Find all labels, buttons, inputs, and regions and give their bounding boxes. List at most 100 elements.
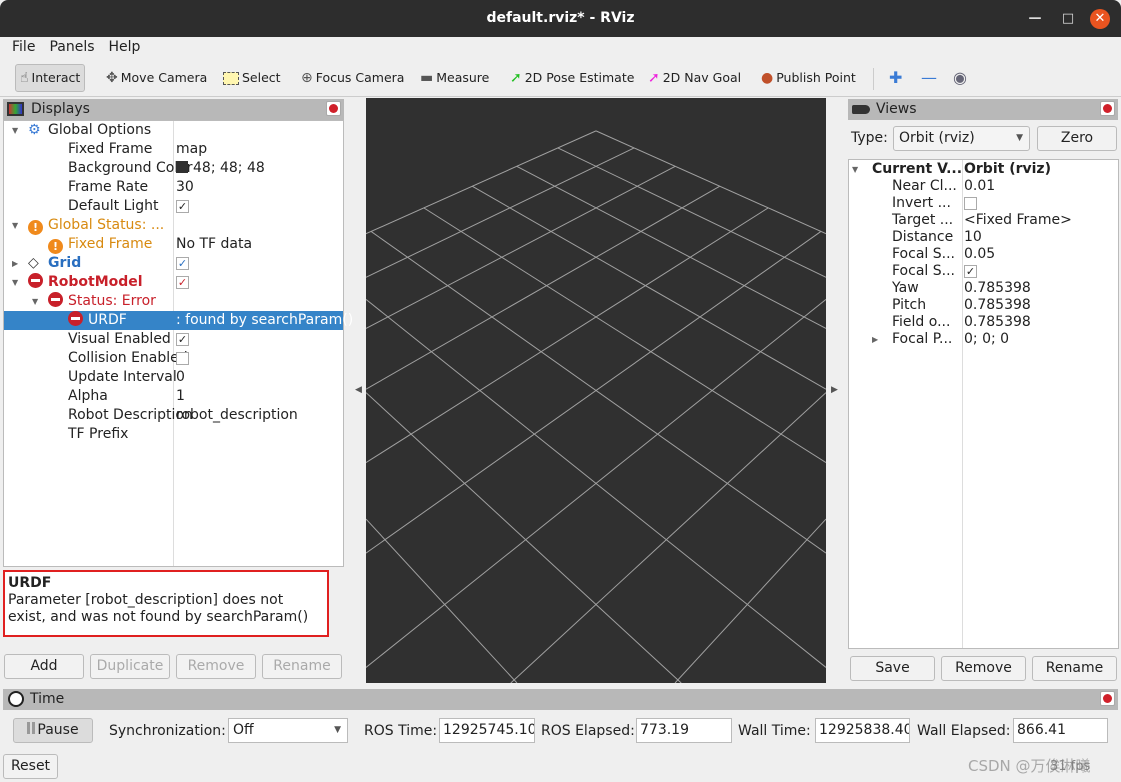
value-text: 30: [176, 179, 194, 195]
tool-move-camera[interactable]: ✥ Move Camera: [102, 64, 211, 92]
tree-row[interactable]: Robot Description robot_description: [4, 406, 343, 425]
close-views-panel-button[interactable]: [1100, 101, 1115, 116]
property-name: Status: Error: [68, 293, 156, 309]
close-time-panel-button[interactable]: [1100, 691, 1115, 706]
add-tool-icon[interactable]: ✚: [885, 64, 906, 92]
property-value[interactable]: No TF data: [176, 235, 252, 254]
property-value[interactable]: ✓: [176, 330, 189, 349]
property-value[interactable]: 30: [176, 178, 194, 197]
3d-viewport[interactable]: [366, 98, 826, 683]
tool-2d-nav-goal[interactable]: ➚ 2D Nav Goal: [644, 64, 745, 92]
maximize-button[interactable]: □: [1058, 9, 1078, 29]
view-type-label: Type:: [851, 130, 888, 146]
checkbox[interactable]: ✓: [176, 199, 189, 213]
property-value[interactable]: ✓: [176, 254, 189, 273]
tree-row[interactable]: ▼! Global Status: ...: [4, 216, 343, 235]
menu-help[interactable]: Help: [102, 37, 148, 57]
expand-arrow-icon[interactable]: ▶: [872, 330, 878, 349]
color-swatch[interactable]: [176, 161, 188, 173]
checkbox[interactable]: ✓: [176, 256, 189, 270]
value-text: 0.785398: [964, 314, 1031, 330]
property-value[interactable]: ✓: [176, 197, 189, 216]
rename-display-button[interactable]: Rename: [262, 654, 342, 679]
checkbox[interactable]: ✓: [964, 264, 977, 278]
property-value[interactable]: robot_description: [176, 406, 298, 425]
expand-arrow-icon[interactable]: ▶: [12, 254, 18, 273]
tool-focus-camera[interactable]: ⊕ Focus Camera: [297, 64, 408, 92]
property-value[interactable]: 1: [176, 387, 185, 406]
remove-view-button[interactable]: Remove: [941, 656, 1026, 681]
tree-row[interactable]: Update Interval 0: [4, 368, 343, 387]
tree-row[interactable]: ▼ Status: Error: [4, 292, 343, 311]
tree-row[interactable]: Background Color 48; 48; 48: [4, 159, 343, 178]
displays-tree[interactable]: ▼ ⚙ Global Options Fixed Frame map Background…: [3, 120, 353, 567]
zero-button[interactable]: Zero: [1037, 126, 1117, 151]
property-name: Frame Rate: [68, 179, 149, 195]
tool-label: Select: [242, 70, 281, 85]
pause-button[interactable]: Pause: [13, 718, 93, 743]
tree-row[interactable]: Alpha 1: [4, 387, 343, 406]
collapse-arrow-icon[interactable]: ▼: [32, 292, 38, 311]
tree-row[interactable]: Fixed Frame map: [4, 140, 343, 159]
tree-row[interactable]: TF Prefix: [4, 425, 343, 444]
minimize-button[interactable]: —: [1025, 9, 1045, 29]
property-value[interactable]: 0; 0; 0: [964, 330, 1009, 349]
collapse-arrow-icon[interactable]: ▼: [12, 216, 18, 235]
value-text: 48; 48; 48: [193, 160, 265, 176]
tree-row[interactable]: Collision Enabled: [4, 349, 343, 368]
ros-elapsed-field[interactable]: 773.19: [636, 718, 732, 743]
tree-row[interactable]: ▶ ◇ Grid ✓: [4, 254, 343, 273]
tool-label: Move Camera: [120, 70, 208, 85]
remove-tool-icon[interactable]: —: [917, 64, 941, 92]
tool-select[interactable]: Select: [219, 64, 285, 92]
tree-row[interactable]: ▶ Focal P... 0; 0; 0: [849, 330, 1118, 349]
tree-row[interactable]: URDF: found by searchParam(): [4, 311, 353, 330]
close-displays-panel-button[interactable]: [326, 101, 341, 116]
tree-row[interactable]: Frame Rate 30: [4, 178, 343, 197]
tree-row[interactable]: ! Fixed Frame No TF data: [4, 235, 343, 254]
property-name: Focal P...: [892, 331, 953, 347]
tool-publish-point[interactable]: ● Publish Point: [757, 64, 860, 92]
collapse-left-handle[interactable]: ◀: [355, 385, 362, 395]
reset-button[interactable]: Reset: [3, 754, 58, 779]
duplicate-display-button[interactable]: Duplicate: [90, 654, 170, 679]
tree-row[interactable]: Default Light ✓: [4, 197, 343, 216]
ros-time-field[interactable]: 12925745.10: [439, 718, 535, 743]
add-display-button[interactable]: Add: [4, 654, 84, 679]
wall-elapsed-field[interactable]: 866.41: [1013, 718, 1108, 743]
property-value[interactable]: map: [176, 140, 207, 159]
value-text: Orbit (rviz): [964, 161, 1051, 177]
magenta-arrow-icon: ➚: [648, 70, 660, 86]
checkbox[interactable]: ✓: [176, 275, 189, 289]
property-value[interactable]: ✓: [176, 273, 189, 292]
tool-measure[interactable]: ▬ Measure: [416, 64, 493, 92]
tool-interact[interactable]: ☝ Interact: [15, 64, 86, 92]
tree-row[interactable]: Visual Enabled ✓: [4, 330, 343, 349]
collapse-right-handle[interactable]: ▶: [831, 385, 838, 395]
tree-row[interactable]: ▼ RobotModel ✓: [4, 273, 343, 292]
rename-view-button[interactable]: Rename: [1032, 656, 1117, 681]
property-name: Visual Enabled: [68, 331, 171, 347]
eye-icon[interactable]: ◉: [949, 64, 971, 92]
sync-dropdown[interactable]: Off ▼: [228, 718, 348, 743]
save-view-button[interactable]: Save: [850, 656, 935, 681]
close-window-button[interactable]: ✕: [1090, 9, 1110, 29]
property-value[interactable]: 0: [176, 368, 185, 387]
views-tree[interactable]: ▼ Current V... Orbit (rviz) Near Cl... 0.01 I…: [848, 159, 1119, 649]
checkbox[interactable]: [964, 196, 977, 210]
property-value[interactable]: 48; 48; 48: [176, 159, 265, 178]
collapse-arrow-icon[interactable]: ▼: [12, 273, 18, 292]
property-name: Fixed Frame: [68, 236, 153, 252]
property-value[interactable]: [176, 349, 189, 368]
property-value[interactable]: : found by searchParam(): [176, 311, 353, 330]
view-type-dropdown[interactable]: Orbit (rviz) ▼: [893, 126, 1030, 151]
checkbox[interactable]: ✓: [176, 332, 189, 346]
collapse-arrow-icon[interactable]: ▼: [12, 121, 18, 140]
menu-file[interactable]: File: [0, 37, 42, 57]
tool-2d-pose-estimate[interactable]: ➚ 2D Pose Estimate: [506, 64, 638, 92]
checkbox[interactable]: [176, 351, 189, 365]
remove-display-button[interactable]: Remove: [176, 654, 256, 679]
tree-row[interactable]: ▼ ⚙ Global Options: [4, 121, 343, 140]
wall-time-field[interactable]: 12925838.40: [815, 718, 910, 743]
menu-panels[interactable]: Panels: [42, 37, 101, 57]
